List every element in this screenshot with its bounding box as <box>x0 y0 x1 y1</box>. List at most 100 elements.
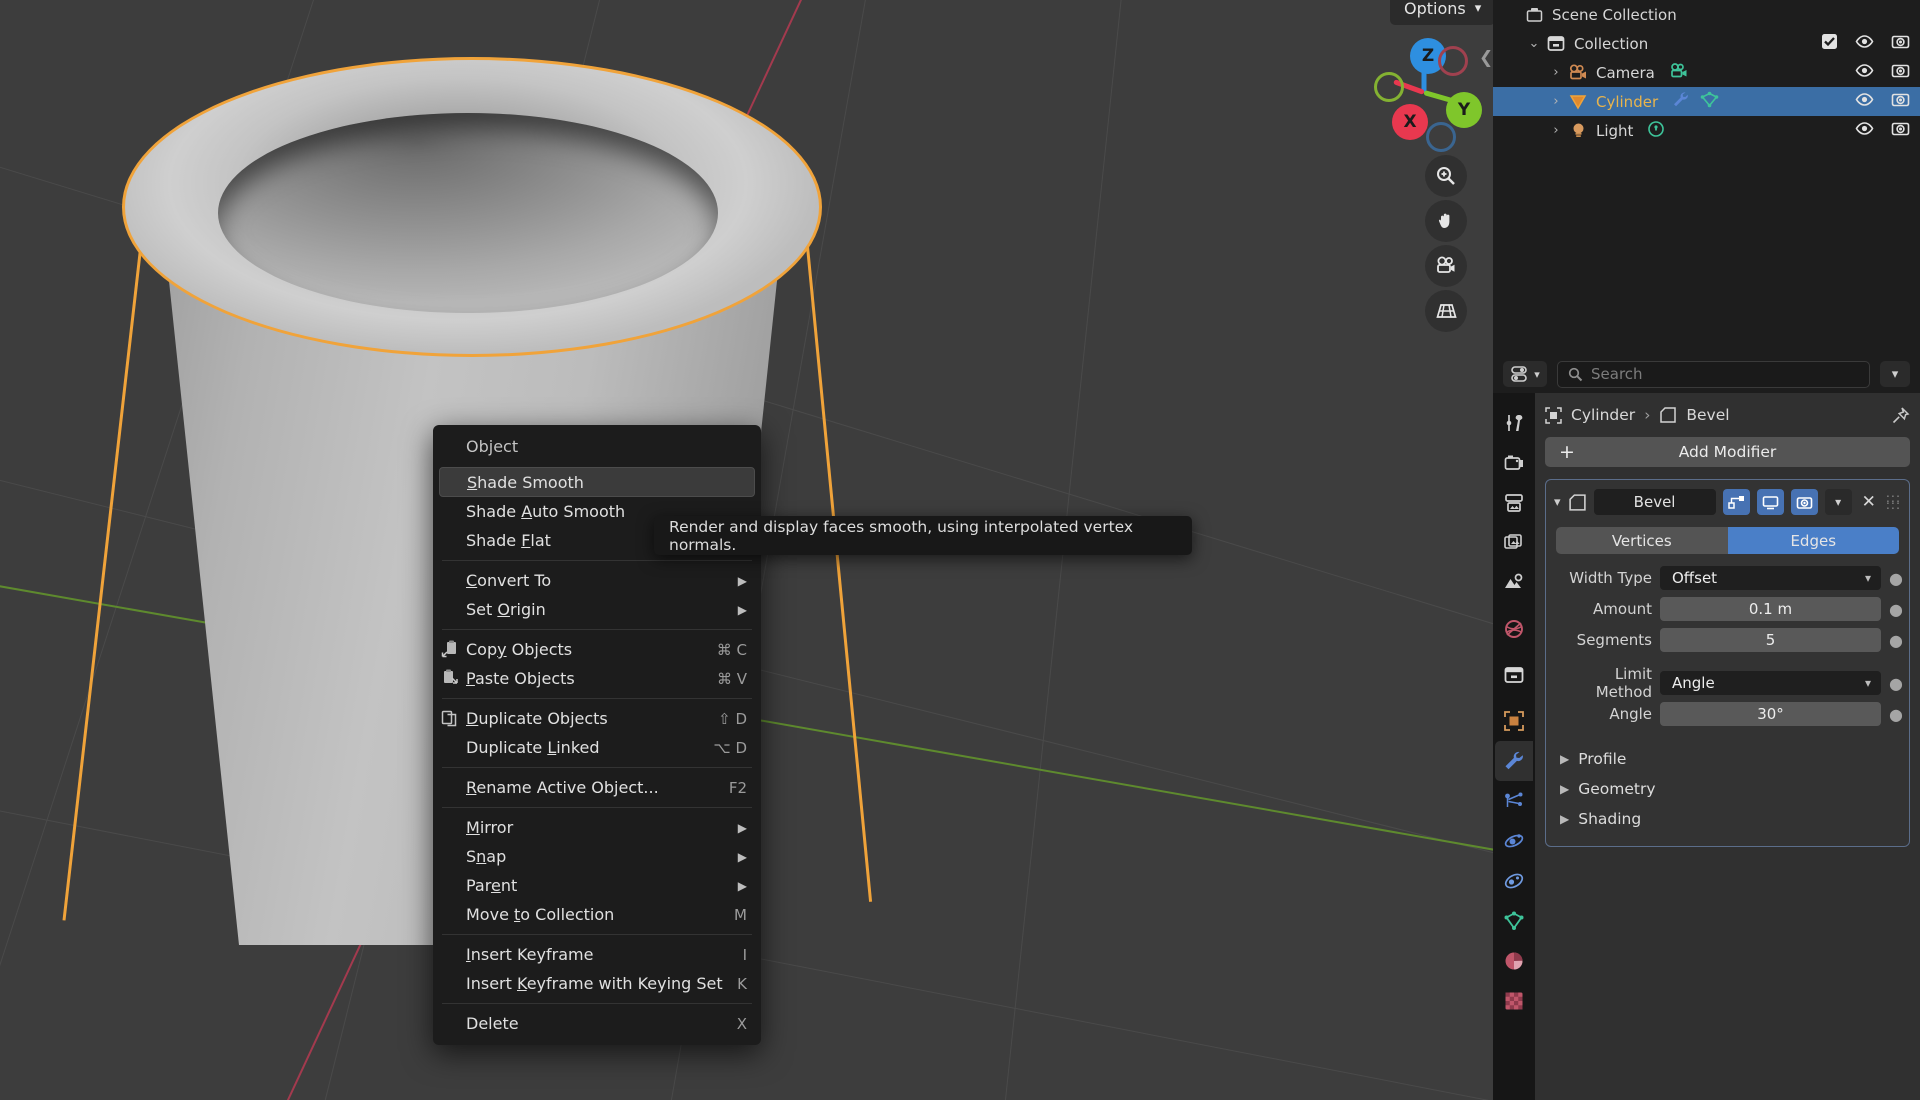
gizmo-axis-x-positive[interactable]: X <box>1392 104 1428 140</box>
outliner-row-scene-collection[interactable]: Scene Collection <box>1493 0 1920 29</box>
expand-arrow-icon[interactable]: › <box>1545 94 1567 109</box>
outliner-row-collection[interactable]: ⌄ Collection <box>1493 29 1920 58</box>
animate-property-dot[interactable]: ● <box>1889 600 1903 619</box>
menu-item-move-to-collection[interactable]: Move to Collection M <box>433 900 761 929</box>
properties-editor[interactable]: ▾ Search ▾ Cylinder › Bevel + Add Modifi… <box>1493 355 1920 1100</box>
affect-edges-option[interactable]: Edges <box>1727 527 1899 554</box>
gizmo-axis-x-negative[interactable] <box>1426 122 1456 152</box>
properties-body: Cylinder › Bevel + Add Modifier ▾ Bevel <box>1535 393 1920 1100</box>
field-value-width-type[interactable]: Offset ▾ <box>1660 566 1881 590</box>
drag-handle-icon[interactable]: :::::: <box>1886 492 1901 511</box>
modifier-name-field[interactable]: Bevel <box>1593 489 1716 515</box>
affect-toggle-group[interactable]: Vertices Edges <box>1556 527 1899 554</box>
zoom-icon[interactable] <box>1425 155 1467 197</box>
gizmo-axis-y-negative[interactable] <box>1374 72 1404 102</box>
outliner-row-light[interactable]: › Light <box>1493 116 1920 145</box>
field-value-segments[interactable]: 5 <box>1660 628 1881 652</box>
expand-arrow-icon[interactable]: ⌄ <box>1523 36 1545 51</box>
breadcrumb-object[interactable]: Cylinder <box>1571 406 1635 424</box>
gizmo-axis-z-negative[interactable] <box>1438 46 1468 76</box>
modifier-wrench-icon[interactable] <box>1672 91 1690 112</box>
texture-tab[interactable] <box>1495 981 1533 1021</box>
render-camera-icon[interactable] <box>1891 62 1910 83</box>
particles-tab[interactable] <box>1495 781 1533 821</box>
menu-item-shade-smooth[interactable]: Shade Smooth <box>439 467 755 497</box>
visibility-eye-icon[interactable] <box>1855 121 1874 140</box>
material-tab[interactable] <box>1495 941 1533 981</box>
constraints-tab[interactable] <box>1495 861 1533 901</box>
render-tab[interactable] <box>1495 443 1533 483</box>
properties-tab-strip[interactable] <box>1493 393 1535 1100</box>
object-tab[interactable] <box>1495 701 1533 741</box>
field-value-limit-method[interactable]: Angle ▾ <box>1660 671 1881 695</box>
search-input[interactable]: Search <box>1557 360 1870 388</box>
menu-item-insert-keyframe[interactable]: Insert Keyframe I <box>433 940 761 969</box>
gizmo-axis-y-positive[interactable]: Y <box>1446 92 1482 128</box>
breadcrumb-modifier[interactable]: Bevel <box>1686 406 1729 424</box>
menu-item-snap[interactable]: Snap ▶ <box>433 842 761 871</box>
outliner-row-camera[interactable]: › Camera <box>1493 58 1920 87</box>
expand-arrow-icon[interactable]: › <box>1545 65 1567 80</box>
section-geometry[interactable]: ▶ Geometry <box>1554 774 1901 804</box>
render-display-toggle[interactable] <box>1790 489 1818 515</box>
bevel-modifier-panel[interactable]: ▾ Bevel ▾ ✕ :::::: Vertices Edges Width … <box>1545 479 1910 847</box>
close-icon[interactable]: ✕ <box>1859 492 1879 512</box>
menu-item-insert-keyframe-with-keying-set[interactable]: Insert Keyframe with Keying Set K <box>433 969 761 998</box>
menu-item-duplicate-linked[interactable]: Duplicate Linked ⌥ D <box>433 733 761 762</box>
properties-filter-button[interactable]: ▾ <box>1880 361 1910 387</box>
expand-arrow-icon[interactable]: › <box>1545 123 1567 138</box>
collection-tab[interactable] <box>1495 655 1533 695</box>
modifier-extras-dropdown[interactable]: ▾ <box>1824 489 1852 515</box>
tool-tab[interactable] <box>1495 403 1533 443</box>
add-modifier-button[interactable]: + Add Modifier <box>1545 437 1910 467</box>
modifier-expand-icon[interactable]: ▾ <box>1554 495 1561 510</box>
outliner-row-cylinder[interactable]: › Cylinder <box>1493 87 1920 116</box>
section-shading[interactable]: ▶ Shading <box>1554 804 1901 834</box>
menu-item-delete[interactable]: Delete X <box>433 1009 761 1038</box>
affect-edges-label: Edges <box>1790 531 1837 550</box>
camera-data-icon[interactable] <box>1669 62 1689 83</box>
menu-item-rename-active-object[interactable]: Rename Active Object... F2 <box>433 773 761 802</box>
viewport-options-button[interactable]: Options ▾ <box>1390 0 1493 25</box>
animate-property-dot[interactable]: ● <box>1889 631 1903 650</box>
menu-item-paste-objects[interactable]: Paste Objects ⌘ V <box>433 664 761 693</box>
visibility-eye-icon[interactable] <box>1855 92 1874 111</box>
pan-hand-icon[interactable] <box>1425 200 1467 242</box>
menu-item-mirror[interactable]: Mirror ▶ <box>433 813 761 842</box>
view-layer-tab[interactable] <box>1495 523 1533 563</box>
object-data-tab[interactable] <box>1495 901 1533 941</box>
pin-icon[interactable] <box>1891 406 1910 425</box>
render-camera-icon[interactable] <box>1891 120 1910 141</box>
menu-item-convert-to[interactable]: Convert To ▶ <box>433 566 761 595</box>
menu-item-parent[interactable]: Parent ▶ <box>433 871 761 900</box>
menu-item-copy-objects[interactable]: Copy Objects ⌘ C <box>433 635 761 664</box>
output-tab[interactable] <box>1495 483 1533 523</box>
physics-tab[interactable] <box>1495 821 1533 861</box>
light-data-icon[interactable] <box>1647 120 1665 142</box>
scene-tab[interactable] <box>1495 563 1533 603</box>
visibility-eye-icon[interactable] <box>1855 34 1874 53</box>
visibility-eye-icon[interactable] <box>1855 63 1874 82</box>
navigation-gizmo[interactable]: Z Y X <box>1370 34 1482 152</box>
world-tab[interactable] <box>1495 609 1533 649</box>
menu-item-set-origin[interactable]: Set Origin ▶ <box>433 595 761 624</box>
animate-property-dot[interactable]: ● <box>1889 674 1903 693</box>
edit-mode-display-toggle[interactable] <box>1722 489 1750 515</box>
editor-type-button[interactable]: ▾ <box>1503 361 1547 387</box>
camera-view-icon[interactable] <box>1425 245 1467 287</box>
realtime-display-toggle[interactable] <box>1756 489 1784 515</box>
render-camera-icon[interactable] <box>1891 91 1910 112</box>
field-value-angle[interactable]: 30° <box>1660 702 1881 726</box>
toggle-perspective-icon[interactable] <box>1425 290 1467 332</box>
render-camera-icon[interactable] <box>1891 33 1910 54</box>
mesh-data-icon[interactable] <box>1700 91 1719 112</box>
animate-property-dot[interactable]: ● <box>1889 705 1903 724</box>
animate-property-dot[interactable]: ● <box>1889 569 1903 588</box>
modifier-tab[interactable] <box>1495 741 1533 781</box>
affect-vertices-option[interactable]: Vertices <box>1556 527 1728 554</box>
field-value-amount[interactable]: 0.1 m <box>1660 597 1881 621</box>
menu-item-duplicate-objects[interactable]: Duplicate Objects ⇧ D <box>433 704 761 733</box>
outliner-panel[interactable]: Scene Collection ⌄ Collection › Camera › Cylin… <box>1493 0 1920 355</box>
enable-checkbox[interactable] <box>1821 33 1838 54</box>
section-profile[interactable]: ▶ Profile <box>1554 744 1901 774</box>
